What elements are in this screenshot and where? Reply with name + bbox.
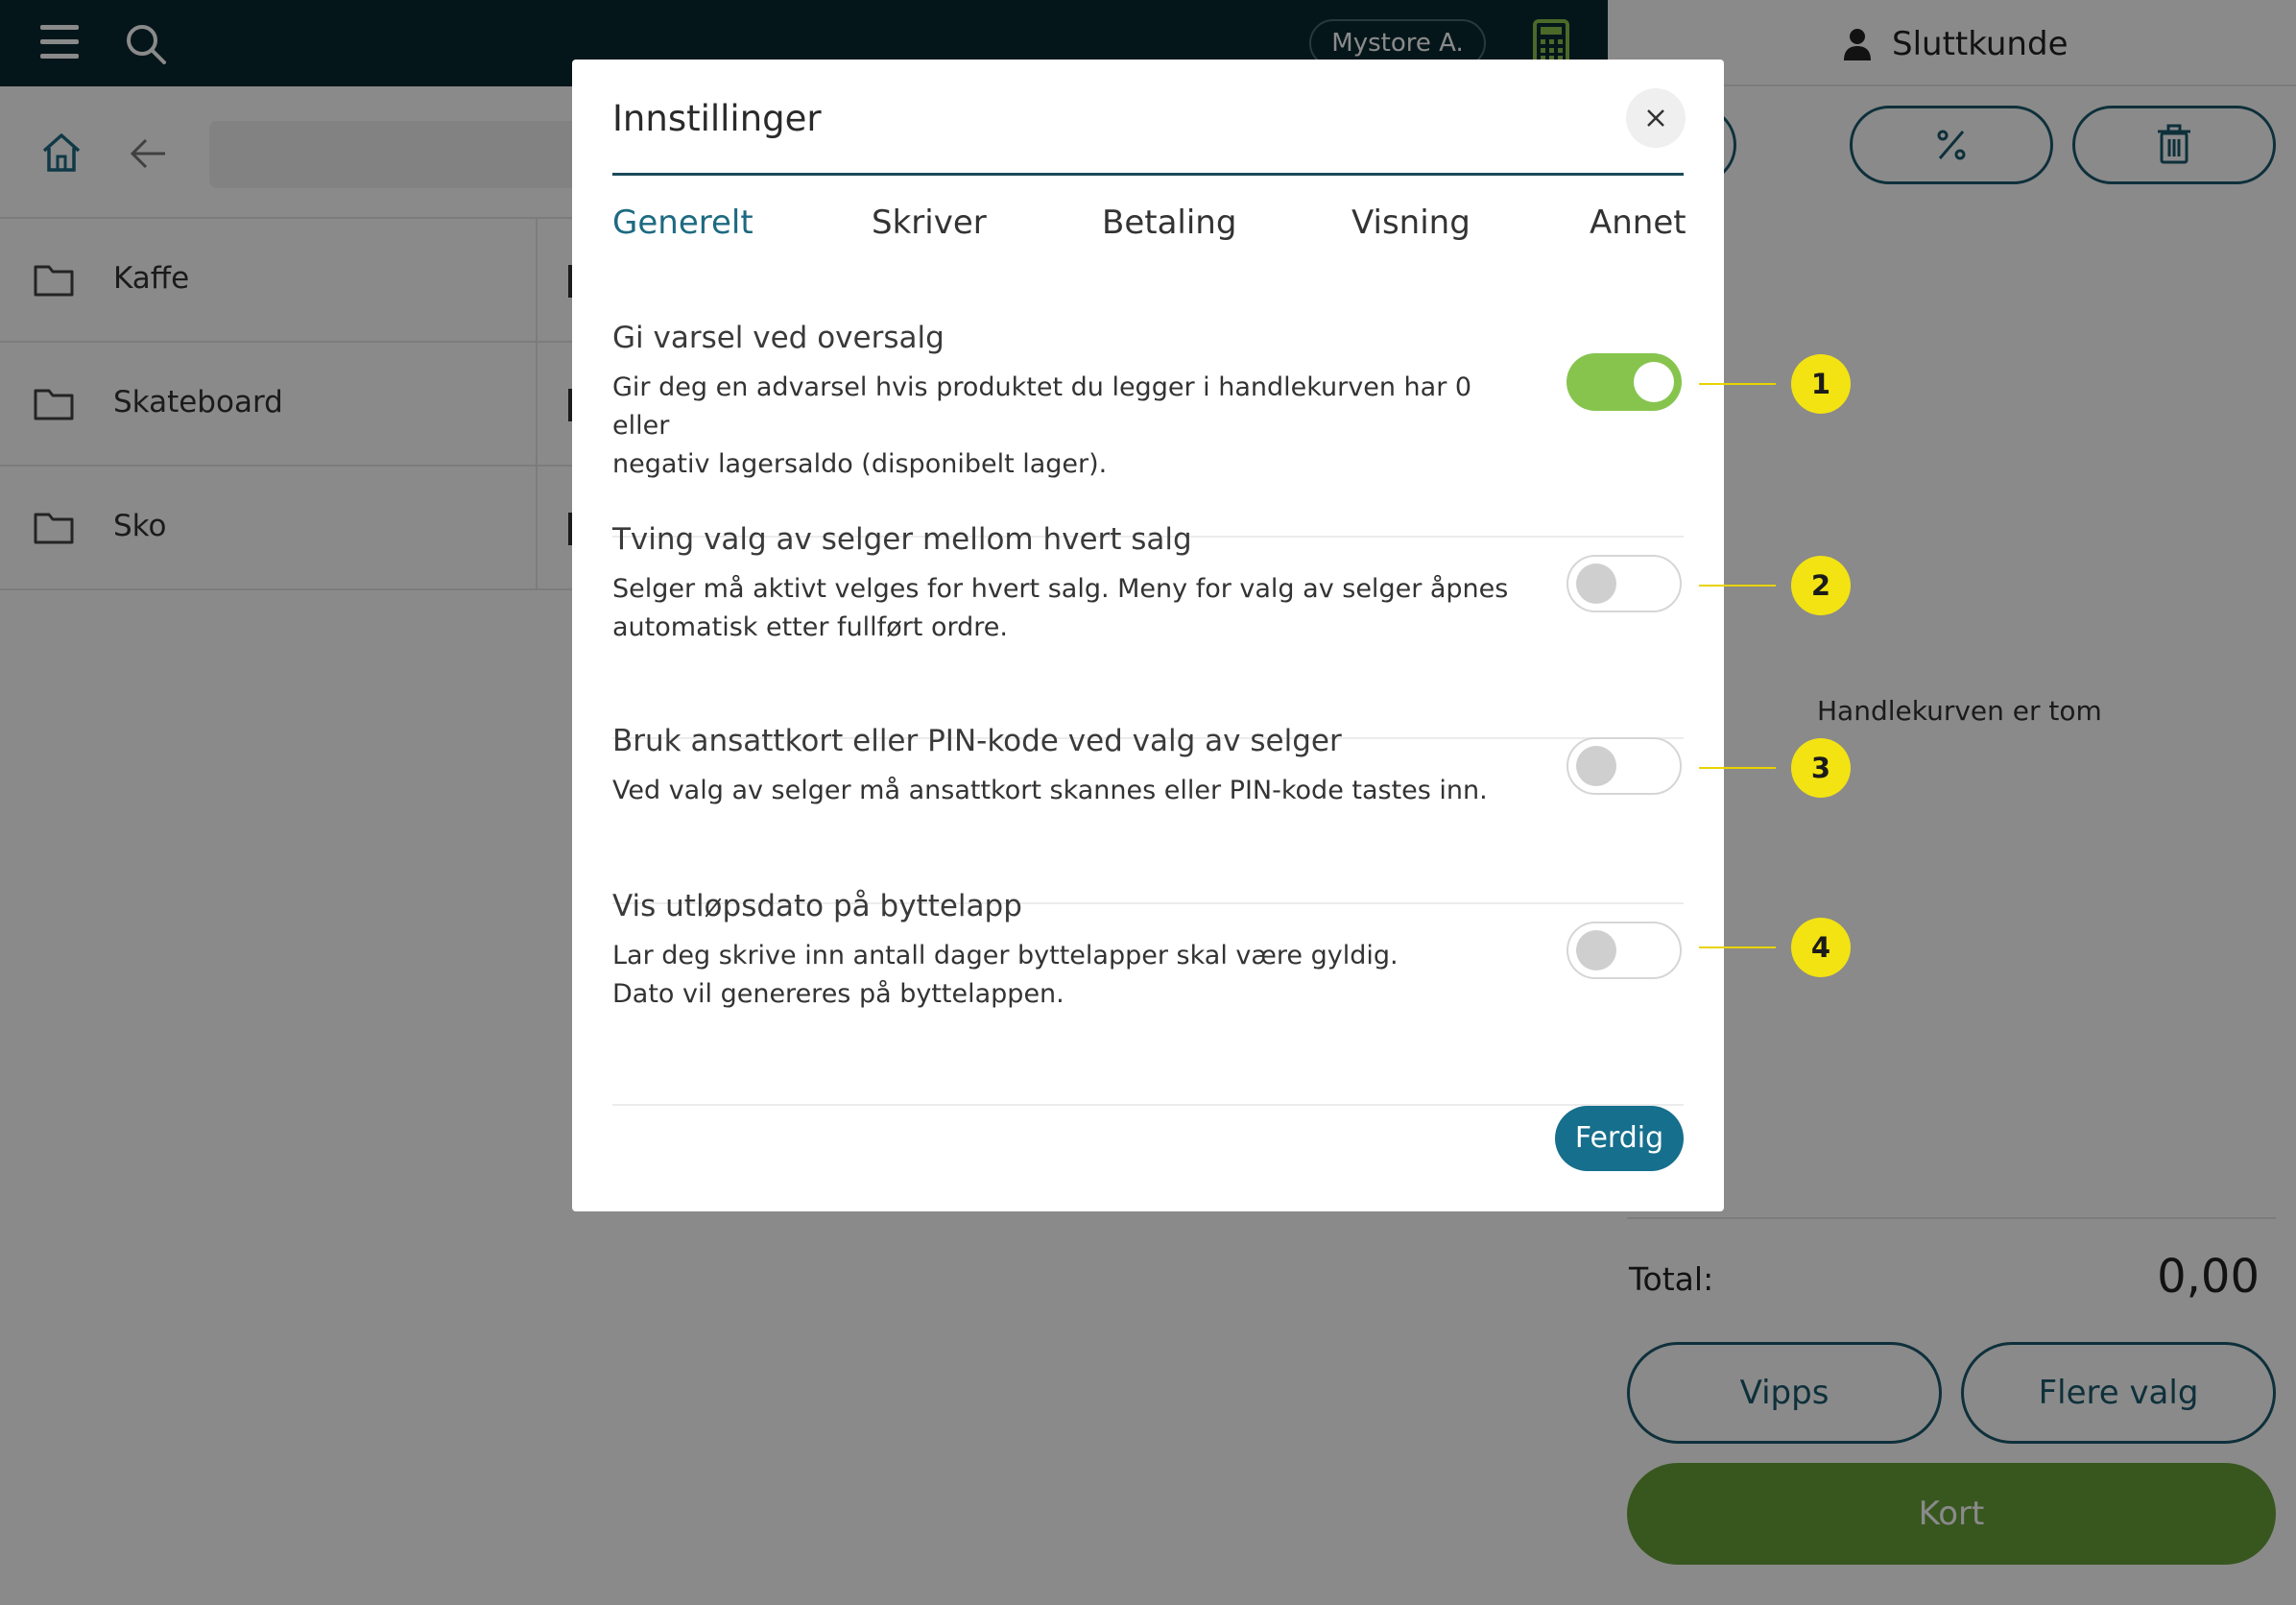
exchange-slip-expiry-toggle[interactable] bbox=[1567, 922, 1682, 979]
setting-overselling-warning: Gi varsel ved oversalg Gir deg en advars… bbox=[612, 321, 1684, 538]
settings-dialog: Innstillinger Generelt Skriver Betaling … bbox=[572, 60, 1724, 1211]
setting-title: Gi varsel ved oversalg bbox=[612, 321, 945, 355]
tab-annet[interactable]: Annet bbox=[1590, 204, 1686, 242]
setting-force-seller-selection: Tving valg av selger mellom hvert salg S… bbox=[612, 522, 1684, 739]
tab-visning[interactable]: Visning bbox=[1351, 204, 1471, 242]
done-button[interactable]: Ferdig bbox=[1555, 1106, 1684, 1171]
close-icon bbox=[1647, 109, 1664, 127]
setting-description: Selger må aktivt velges for hvert salg. … bbox=[612, 574, 1509, 642]
force-seller-selection-toggle[interactable] bbox=[1567, 555, 1682, 612]
setting-title: Bruk ansattkort eller PIN-kode ved valg … bbox=[612, 724, 1342, 758]
settings-tabs: Generelt Skriver Betaling Visning Annet bbox=[612, 204, 1686, 252]
callout-marker: 3 bbox=[1791, 738, 1851, 798]
setting-exchange-slip-expiry: Vis utløpsdato på byttelapp Lar deg skri… bbox=[612, 889, 1684, 1106]
tab-betaling[interactable]: Betaling bbox=[1102, 204, 1236, 242]
setting-title: Vis utløpsdato på byttelapp bbox=[612, 889, 1022, 923]
callout-marker: 1 bbox=[1791, 354, 1851, 414]
dialog-title: Innstillinger bbox=[612, 98, 822, 139]
overselling-warning-toggle[interactable] bbox=[1567, 353, 1682, 411]
close-button[interactable] bbox=[1626, 88, 1686, 148]
setting-employee-card-pin: Bruk ansattkort eller PIN-kode ved valg … bbox=[612, 724, 1684, 904]
callout-marker: 4 bbox=[1791, 918, 1851, 977]
tab-skriver[interactable]: Skriver bbox=[872, 204, 987, 242]
callout-marker: 2 bbox=[1791, 556, 1851, 615]
tab-generelt[interactable]: Generelt bbox=[612, 204, 753, 242]
setting-title: Tving valg av selger mellom hvert salg bbox=[612, 522, 1192, 557]
setting-description: Gir deg en advarsel hvis produktet du le… bbox=[612, 372, 1472, 479]
setting-description: Ved valg av selger må ansattkort skannes… bbox=[612, 776, 1488, 805]
setting-description: Lar deg skrive inn antall dager byttelap… bbox=[612, 941, 1399, 1009]
employee-card-pin-toggle[interactable] bbox=[1567, 737, 1682, 795]
